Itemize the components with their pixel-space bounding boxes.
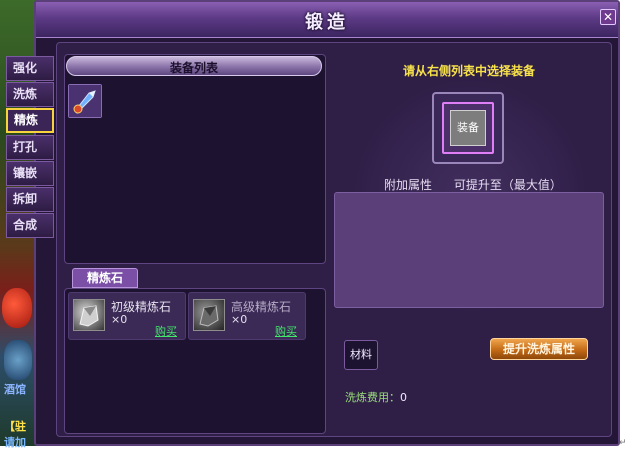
lantern-decoration xyxy=(2,288,32,328)
attribute-max-label: 可提升至（最大值） xyxy=(453,178,562,192)
attribute-label: 附加属性 xyxy=(384,178,433,192)
equipment-item-slot[interactable] xyxy=(68,84,102,118)
close-icon[interactable]: ✕ xyxy=(600,9,616,25)
buy-link[interactable]: 购买 xyxy=(155,323,177,339)
equipment-slot-frame: 装备 xyxy=(432,92,504,164)
corner-mark: ↵ xyxy=(619,438,626,448)
backdrop-text-1: 酒馆 xyxy=(4,383,26,396)
stone-count: ×0 xyxy=(111,313,128,326)
stone-count: ×0 xyxy=(231,313,248,326)
blue-gem-tool-icon xyxy=(69,85,101,117)
basic-refine-stone-icon xyxy=(73,299,105,331)
attribute-header: 附加属性 可提升至（最大值） xyxy=(384,176,562,193)
equipment-list-header: 装备列表 xyxy=(66,56,322,76)
equipment-list-title: 装备列表 xyxy=(169,61,218,75)
tab-strengthen[interactable]: 强化 xyxy=(6,56,54,81)
tab-remove[interactable]: 拆卸 xyxy=(6,187,54,212)
fee-value: 0 xyxy=(400,391,407,404)
tab-wash[interactable]: 洗炼 xyxy=(6,82,54,107)
game-screen: 酒馆 【驻 请加 锻造 ✕ 强化 洗炼 精炼 打孔 镶嵌 拆卸 合成 装备列表 … xyxy=(0,0,626,452)
window-title: 锻造 xyxy=(305,12,349,33)
tab-punch[interactable]: 打孔 xyxy=(6,135,54,160)
upgrade-attribute-button[interactable]: 提升洗炼属性 xyxy=(490,338,588,360)
tab-compose[interactable]: 合成 xyxy=(6,213,54,238)
attribute-list-box xyxy=(334,192,604,308)
refine-stone-tab[interactable]: 精炼石 xyxy=(72,268,138,288)
character-decoration xyxy=(4,340,32,380)
equipment-list-panel xyxy=(64,54,326,264)
equipment-slot[interactable]: 装备 xyxy=(450,110,486,146)
advanced-refine-stone-icon xyxy=(193,299,225,331)
stone-card-basic[interactable]: 初级精炼石 ×0 购买 xyxy=(68,292,186,340)
stone-card-advanced[interactable]: 高级精炼石 ×0 购买 xyxy=(188,292,306,340)
fee-row: 洗炼费用：0 xyxy=(345,389,407,405)
tab-refine[interactable]: 精炼 xyxy=(6,108,54,133)
material-slot[interactable]: 材料 xyxy=(344,340,378,370)
backdrop-text-2: 【驻 xyxy=(4,420,26,433)
select-equipment-hint: 请从右侧列表中选择装备 xyxy=(402,64,535,78)
fee-label: 洗炼费用： xyxy=(345,391,400,404)
backdrop-text-3: 请加 xyxy=(4,436,26,449)
buy-link[interactable]: 购买 xyxy=(275,323,297,339)
window-titlebar[interactable]: 锻造 ✕ xyxy=(36,2,618,38)
equipment-slot-border: 装备 xyxy=(442,102,494,154)
tab-inlay[interactable]: 镶嵌 xyxy=(6,161,54,186)
